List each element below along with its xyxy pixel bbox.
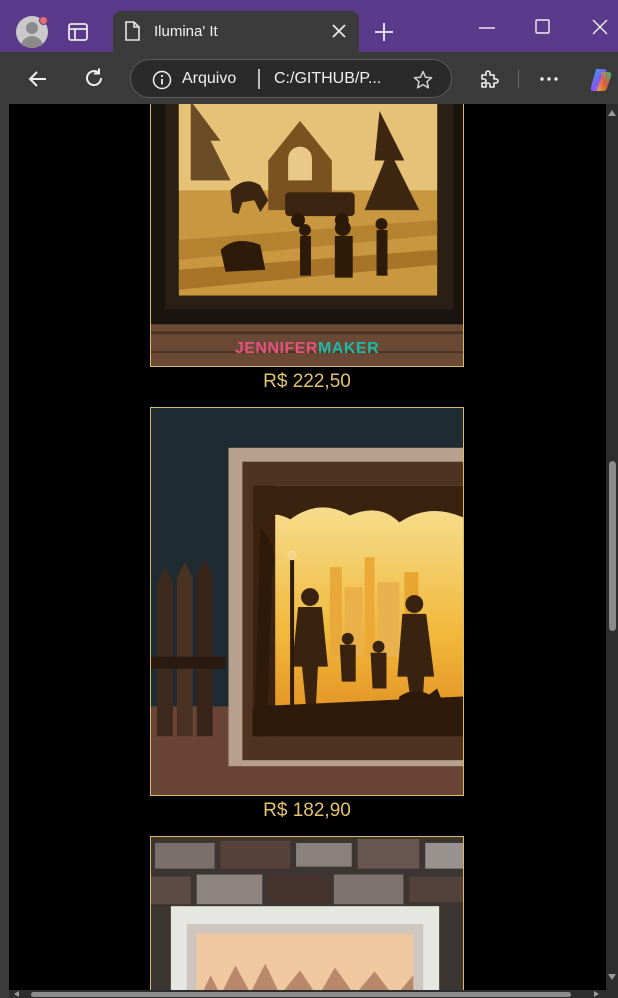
- url-text[interactable]: C:/GITHUB/P...: [274, 70, 381, 88]
- maximize-icon[interactable]: [532, 16, 554, 38]
- watermark-logo: JENNIFERMAKER: [234, 340, 380, 357]
- address-separator: [258, 69, 260, 89]
- tab-close-icon[interactable]: [329, 21, 349, 41]
- scroll-right-arrow-icon[interactable]: [594, 991, 599, 997]
- address-bar[interactable]: Arquivo C:/GITHUB/P...: [130, 59, 452, 98]
- product-price: R$ 222,50: [263, 371, 351, 392]
- profile-notification-dot: [39, 16, 48, 25]
- product-image[interactable]: [150, 407, 464, 796]
- scroll-down-arrow-icon[interactable]: [608, 974, 616, 980]
- tab-actions-icon[interactable]: [66, 20, 90, 44]
- vertical-scrollbar[interactable]: [606, 104, 618, 990]
- minimize-icon[interactable]: [476, 18, 498, 38]
- scroll-up-arrow-icon[interactable]: [608, 110, 616, 116]
- browser-tab[interactable]: Ilumina' It: [113, 11, 359, 52]
- site-label: Arquivo: [182, 70, 237, 87]
- browser-toolbar: Arquivo C:/GITHUB/P...: [0, 52, 618, 104]
- product-price: R$ 182,90: [263, 800, 351, 821]
- scroll-thumb[interactable]: [609, 461, 616, 631]
- page-document-icon: [123, 21, 141, 41]
- new-tab-icon[interactable]: [372, 20, 396, 44]
- horizontal-scrollbar[interactable]: [9, 990, 606, 998]
- extensions-puzzle-icon[interactable]: [477, 67, 501, 91]
- favorite-star-icon[interactable]: [412, 69, 434, 91]
- page-viewport: JENNIFERMAKER R$ 222,50 R$ 182,90: [9, 104, 606, 990]
- more-menu-icon[interactable]: [537, 68, 561, 90]
- back-arrow-icon[interactable]: [26, 67, 50, 91]
- scroll-left-arrow-icon[interactable]: [14, 991, 19, 997]
- product-image[interactable]: [150, 104, 464, 367]
- reload-icon[interactable]: [82, 66, 106, 90]
- scrollbar-corner: [606, 990, 618, 998]
- toolbar-separator: [518, 70, 519, 88]
- scroll-thumb-horizontal[interactable]: [31, 992, 571, 997]
- title-bar: Ilumina' It: [0, 0, 618, 52]
- window-left-edge: [0, 104, 9, 998]
- copilot-icon[interactable]: [587, 66, 615, 94]
- close-window-icon[interactable]: [589, 16, 611, 38]
- site-info-icon[interactable]: [152, 70, 172, 90]
- tab-title: Ilumina' It: [154, 23, 218, 40]
- product-image[interactable]: [150, 836, 464, 990]
